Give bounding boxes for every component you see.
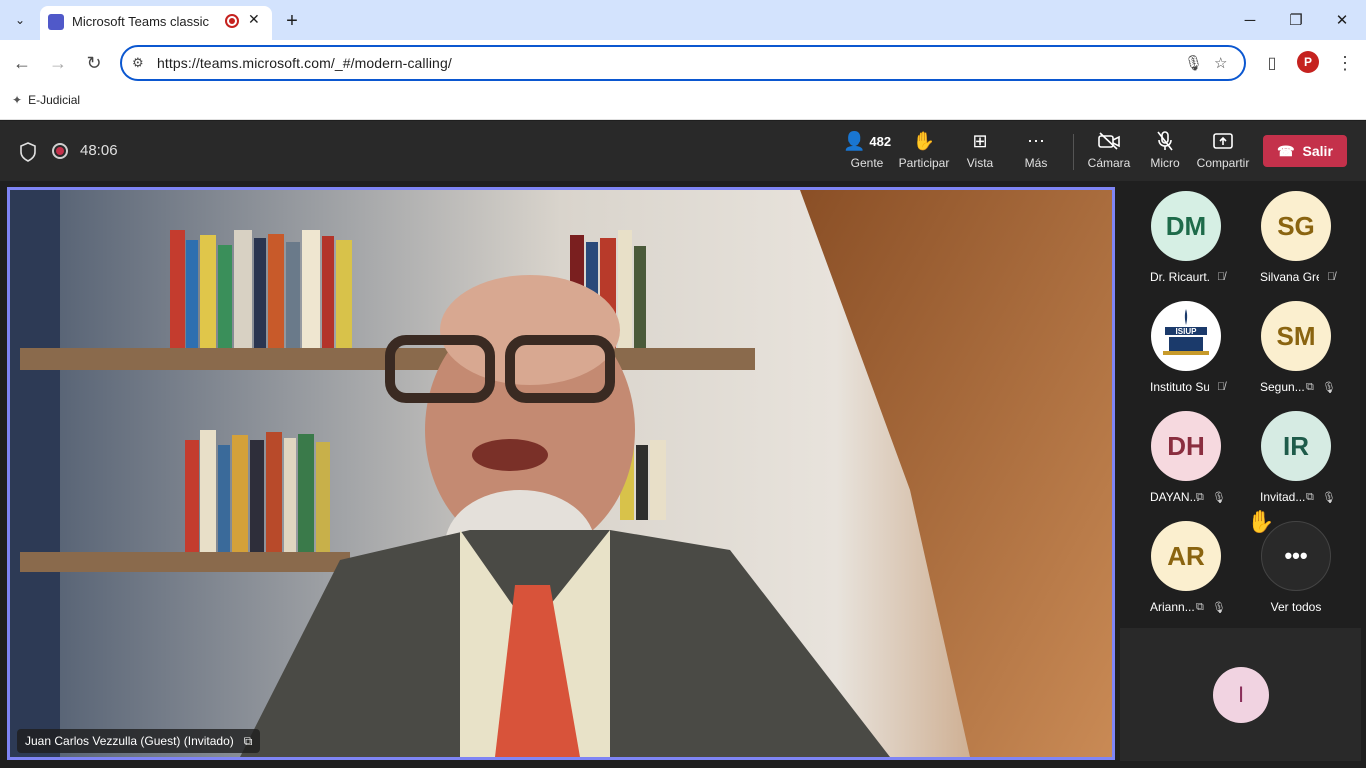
restore-icon[interactable]: ❐: [1284, 8, 1308, 32]
new-tab-button[interactable]: +: [278, 7, 306, 35]
camera-label: Cámara: [1087, 156, 1131, 170]
microphone-icon[interactable]: 🎙: [1184, 54, 1203, 72]
side-panel-icon[interactable]: ▯: [1259, 50, 1285, 76]
tab-title: Microsoft Teams classic: [72, 14, 210, 29]
see-all-tile[interactable]: ••• ✋ Ver todos: [1241, 509, 1351, 627]
participant-name: Instituto Su...: [1150, 380, 1209, 394]
participant-gallery: DM Dr. Ricaurt... 🎙̸ SG Silvana Gre... 🎙…: [1120, 187, 1366, 627]
speaker-name: Juan Carlos Vezzulla (Guest) (Invitado): [25, 734, 234, 748]
institute-logo-icon: ISIUP: [1163, 309, 1209, 355]
raise-hand-button[interactable]: ✋ Participar: [894, 129, 954, 175]
people-icon: 👤: [842, 130, 866, 151]
screen-share-icon: ⧉: [243, 733, 253, 748]
screen-share-icon: ⧉: [1306, 381, 1314, 393]
speaker-video-frame: [10, 190, 1112, 757]
participant-name: Silvana Gre...: [1260, 270, 1319, 284]
screen-share-icon: ⧉: [1306, 491, 1314, 503]
people-button[interactable]: 👤 482 Gente: [837, 129, 897, 175]
meeting-timer: 48:06: [80, 142, 118, 159]
participant-avatar: ISIUP: [1151, 301, 1221, 371]
hang-up-icon: ☎: [1277, 142, 1295, 159]
site-info-icon[interactable]: ⚙: [132, 55, 144, 71]
shield-icon: [20, 142, 36, 162]
participant-tile[interactable]: I: [1120, 628, 1361, 761]
mic-muted-icon: 🎙̸: [1217, 381, 1226, 393]
institute-logo-text: ISIUP: [1176, 327, 1198, 336]
more-button[interactable]: ⋯ Más: [1006, 129, 1066, 175]
screen-share-icon: ⧉: [1196, 601, 1204, 613]
participant-tile[interactable]: SM Segun... ⧉ 🎙: [1241, 297, 1351, 407]
mic-button[interactable]: Micro: [1135, 129, 1195, 175]
browser-tab-bar: ⌄ Microsoft Teams classic ✕ + ─ ❐ ✕: [0, 0, 1366, 40]
participant-tile[interactable]: DM Dr. Ricaurt... 🎙̸: [1131, 187, 1241, 297]
forward-button[interactable]: →: [45, 50, 71, 76]
mic-muted-icon: 🎙̸: [1327, 271, 1336, 283]
participant-avatar: AR: [1151, 521, 1221, 591]
leave-label: Salir: [1302, 143, 1333, 159]
recording-icon: [52, 143, 68, 159]
toolbar-divider: [1073, 134, 1074, 170]
recording-indicator-icon: [225, 14, 239, 28]
participant-tile[interactable]: IR Invitad... ⧉ 🎙: [1241, 407, 1351, 517]
more-label: Más: [1024, 156, 1048, 170]
view-button[interactable]: ⊞ Vista: [950, 129, 1010, 175]
participant-tile[interactable]: ISIUP Instituto Su... 🎙̸: [1131, 297, 1241, 407]
participant-tile[interactable]: AR Ariann... ⧉ 🎙: [1131, 517, 1241, 627]
minimize-icon[interactable]: ─: [1238, 8, 1262, 32]
participant-avatar: SG: [1261, 191, 1331, 261]
mic-icon: 🎙: [1321, 382, 1336, 394]
tab-search-icon[interactable]: ⌄: [8, 8, 32, 32]
url-text[interactable]: https://teams.microsoft.com/_#/modern-ca…: [157, 55, 452, 71]
meeting-stage: Juan Carlos Vezzulla (Guest) (Invitado) …: [0, 181, 1366, 768]
view-grid-icon: ⊞: [972, 130, 988, 151]
participant-name: Dr. Ricaurt...: [1150, 270, 1209, 284]
raise-hand-icon: ✋: [912, 130, 936, 151]
participant-avatar: DM: [1151, 191, 1221, 261]
people-label: Gente: [850, 156, 884, 170]
address-bar[interactable]: ⚙ https://teams.microsoft.com/_#/modern-…: [120, 45, 1246, 81]
raise-hand-label: Participar: [898, 156, 950, 170]
close-window-icon[interactable]: ✕: [1330, 8, 1354, 32]
close-tab-icon[interactable]: ✕: [248, 11, 260, 28]
speaker-name-tag: Juan Carlos Vezzulla (Guest) (Invitado) …: [17, 729, 261, 753]
bookmarks-bar: ✦ E-Judicial: [0, 86, 1366, 120]
browser-menu-icon[interactable]: ⋮: [1332, 50, 1358, 76]
meeting-control-bar: 48:06 👤 482 Gente ✋ Participar ⊞ Vista ⋯ …: [0, 121, 1366, 181]
share-button[interactable]: Compartir: [1193, 129, 1253, 175]
view-label: Vista: [966, 156, 994, 170]
leave-button[interactable]: ☎ Salir: [1263, 135, 1347, 167]
participant-avatar: SM: [1261, 301, 1331, 371]
screen-share-icon: ⧉: [1196, 491, 1204, 503]
mic-off-icon: [1135, 129, 1195, 153]
speaker-video[interactable]: Juan Carlos Vezzulla (Guest) (Invitado) …: [7, 187, 1115, 760]
back-button[interactable]: ←: [9, 50, 35, 76]
participant-avatar: IR: [1261, 411, 1331, 481]
more-dots-icon: ⋯: [1027, 130, 1045, 151]
mic-icon: 🎙: [1321, 492, 1336, 504]
mic-label: Micro: [1150, 156, 1180, 170]
bookmark-favicon-icon: ✦: [12, 93, 23, 107]
see-all-label: Ver todos: [1270, 600, 1322, 614]
people-count: 482: [869, 133, 892, 149]
teams-favicon-icon: [48, 14, 64, 30]
share-label: Compartir: [1196, 156, 1250, 170]
bookmark-label: E-Judicial: [28, 93, 81, 107]
participant-tile[interactable]: DH DAYAN... ⧉ 🎙: [1131, 407, 1241, 517]
reload-button[interactable]: ↻: [81, 50, 107, 76]
participant-avatar: DH: [1151, 411, 1221, 481]
browser-toolbar: ← → ↻ ⚙ https://teams.microsoft.com/_#/m…: [0, 40, 1366, 86]
mic-icon: 🎙: [1211, 602, 1226, 614]
mic-icon: 🎙: [1211, 492, 1226, 504]
participant-avatar: I: [1213, 667, 1269, 723]
bookmark-star-icon[interactable]: ☆: [1214, 54, 1227, 72]
mic-muted-icon: 🎙̸: [1217, 271, 1226, 283]
participant-tile[interactable]: SG Silvana Gre... 🎙̸: [1241, 187, 1351, 297]
browser-tab[interactable]: Microsoft Teams classic ✕: [40, 6, 272, 40]
camera-button[interactable]: Cámara: [1079, 129, 1139, 175]
bookmark-item[interactable]: ✦ E-Judicial: [12, 93, 80, 107]
share-icon: [1193, 129, 1253, 153]
raised-hand-icon: ✋: [1247, 509, 1275, 534]
profile-avatar[interactable]: P: [1297, 51, 1319, 73]
camera-off-icon: [1079, 129, 1139, 153]
